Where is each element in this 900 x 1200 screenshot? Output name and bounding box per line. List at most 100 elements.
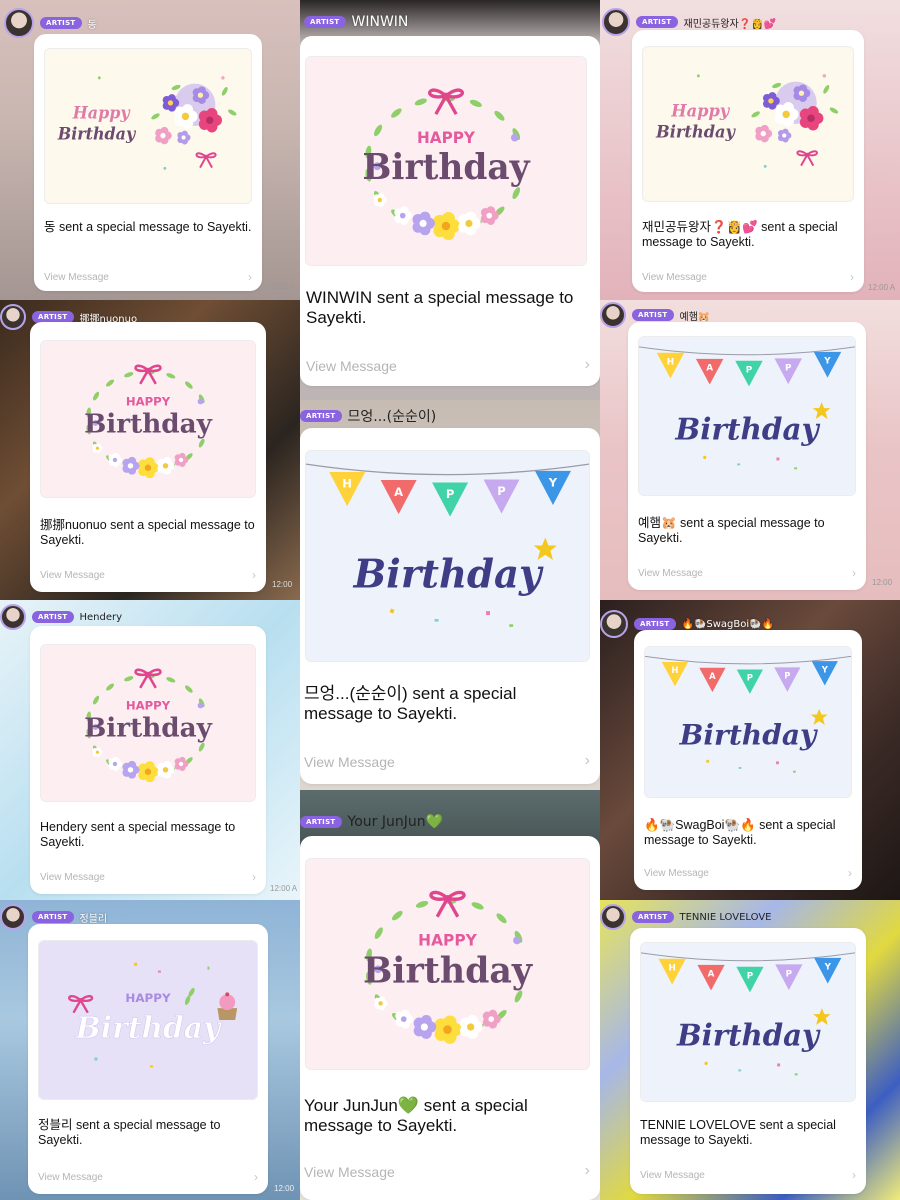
artist-badge: ARTIST [632,309,674,321]
artist-badge: ARTIST [300,816,342,828]
view-message-link[interactable]: View Message [40,872,105,883]
svg-text:P: P [747,673,753,683]
wreath-card-art: HAPPYBirthday [306,57,586,265]
svg-text:P: P [446,487,455,501]
message-text: 挪挪nuonuo sent a special message to Sayek… [40,518,255,547]
birthday-card-image: Happy Birthday [642,46,854,202]
message-card[interactable]: H A P P Y Birthday 므엉...(순순이) sent a special … [300,428,600,784]
view-message-link[interactable]: View Message [642,272,707,283]
timestamp: 12:00 [272,580,293,589]
chevron-right-icon[interactable]: › [585,356,590,374]
svg-text:HAPPY: HAPPY [418,931,477,949]
avatar[interactable] [600,302,626,328]
birthday-card-image: HAPPYBirthday [40,644,256,802]
avatar[interactable] [0,304,26,330]
view-message-link[interactable]: View Message [644,868,709,879]
message-card[interactable]: HAPPY Birthday Hendery sent a special mes… [30,626,266,894]
bunting-card-art: H A P P Y Birthday [641,943,855,1101]
wreath-card-art: HAPPYBirthday [41,645,255,801]
chevron-right-icon[interactable]: › [852,1168,856,1182]
avatar[interactable] [0,904,26,930]
svg-text:P: P [497,484,506,498]
view-message-link[interactable]: View Message [44,272,109,283]
artist-badge: ARTIST [634,618,676,630]
chevron-right-icon[interactable]: › [248,270,252,284]
svg-text:Birthday: Birthday [674,412,820,447]
view-message-link[interactable]: View Message [306,358,397,374]
svg-text:A: A [708,970,715,980]
chat-panel-2: ARTIST 재민공듀왕자❓👸💕 Happy Birthday 재민공듀왕자❓👸💕… [600,0,900,300]
message-card[interactable]: H A P P Y Birthday 🔥🐏SwagBoi🐏🔥 sent a special… [634,630,862,890]
chat-panel-5: ARTIST 예햄🐹 H A P P Y Birthday 예햄🐹 sent a spec… [600,300,900,600]
avatar[interactable] [600,610,628,638]
chevron-right-icon[interactable]: › [585,752,590,770]
message-text: WINWIN sent a special message to Sayekti… [306,288,574,327]
message-text: Your JunJun💚 sent a special message to S… [304,1096,528,1135]
avatar[interactable] [4,8,34,38]
chat-panel-7: ARTIST Your JunJun💚 HAPPY Birthday Your J… [300,790,600,1200]
svg-text:HAPPY: HAPPY [417,129,476,147]
artist-badge: ARTIST [304,16,346,28]
svg-text:Birthday: Birthday [676,1017,821,1052]
svg-text:P: P [784,671,790,681]
svg-text:Happy: Happy [72,103,131,122]
message-card[interactable]: HAPPY Birthday 정블리 sent a special message… [28,924,268,1194]
message-card[interactable]: Happy Birthday 재민공듀왕자❓👸💕 sent a special m… [632,30,864,292]
avatar[interactable] [0,604,26,630]
birthday-card-image: HAPPYBirthday [305,858,590,1070]
chevron-right-icon[interactable]: › [254,1170,258,1184]
chat-panel-3: ARTIST 挪挪nuonuo HAPPY Birthday 挪挪nuonuo s… [0,300,300,600]
view-message-link[interactable]: View Message [304,1164,395,1180]
chevron-right-icon[interactable]: › [252,870,256,884]
wreath-card-art: HAPPYBirthday [306,859,589,1069]
chat-panel-1: ARTIST WINWIN HAPPY Birthday WINWIN sent … [300,0,600,400]
message-text: 정블리 sent a special message to Sayekti. [38,1118,221,1147]
chevron-right-icon[interactable]: › [850,270,854,284]
message-card[interactable]: HAPPY Birthday Your JunJun💚 sent a specia… [300,836,600,1200]
message-card[interactable]: HAPPY Birthday WINWIN sent a special mess… [300,36,600,386]
message-header: ARTIST TENNIE LOVELOVE [600,904,771,930]
chat-panel-8: ARTIST 🔥🐏SwagBoi🐏🔥 H A P P Y Birthday 🔥🐏SwagB… [600,600,900,900]
chevron-right-icon[interactable]: › [585,1162,590,1180]
svg-text:Birthday: Birthday [655,122,736,141]
timestamp: 12:00 [872,578,893,587]
message-card[interactable]: HAPPY Birthday 挪挪nuonuo sent a special me… [30,322,266,592]
message-text: 므엉...(순순이) sent a special message to Say… [304,684,517,723]
message-card[interactable]: Happy Birthday 동 sent a special message t… [34,34,262,291]
svg-text:P: P [746,366,753,376]
svg-text:A: A [706,364,713,374]
message-text: 🔥🐏SwagBoi🐏🔥 sent a special message to Sa… [644,818,836,847]
message-text: 예햄🐹 sent a special message to Sayekti. [638,516,825,545]
timestamp: 12:00 A [268,282,296,291]
chevron-right-icon[interactable]: › [852,566,856,580]
message-header: ARTIST Your JunJun💚 [300,814,443,830]
avatar[interactable] [602,8,630,36]
view-message-link[interactable]: View Message [640,1170,705,1181]
svg-text:Y: Y [821,664,829,674]
birthday-card-image: HAPPYBirthday [644,646,852,798]
svg-text:Happy: Happy [670,101,730,120]
flowers-card-art: Happy Birthday [45,49,251,203]
message-card[interactable]: H A P P Y Birthday 예햄🐹 sent a special message… [628,322,866,590]
view-message-link[interactable]: View Message [638,568,703,579]
svg-text:H: H [342,477,352,491]
sender-name: 므엉...(순순이) [347,409,437,425]
message-header: ARTIST 므엉...(순순이) [300,406,436,426]
svg-text:Birthday: Birthday [362,147,530,188]
view-message-link[interactable]: View Message [304,754,395,770]
timestamp: 12:00 [274,1184,295,1193]
artist-badge: ARTIST [32,611,74,623]
chevron-right-icon[interactable]: › [252,568,256,582]
view-message-link[interactable]: View Message [40,570,105,581]
message-card[interactable]: H A P P Y Birthday TENNIE LOVELOVE sent a spe… [630,928,866,1194]
view-message-link[interactable]: View Message [38,1172,103,1183]
sender-name: 정블리 [79,913,108,925]
birthday-card-image: HAPPYBirthday [38,940,258,1100]
chevron-right-icon[interactable]: › [848,866,852,880]
birthday-card-image: HAPPYBirthday [40,340,256,498]
timestamp: 12:00 A [270,884,298,893]
artist-badge: ARTIST [636,16,678,28]
artist-badge: ARTIST [632,911,674,923]
artist-badge: ARTIST [32,911,74,923]
avatar[interactable] [600,904,626,930]
